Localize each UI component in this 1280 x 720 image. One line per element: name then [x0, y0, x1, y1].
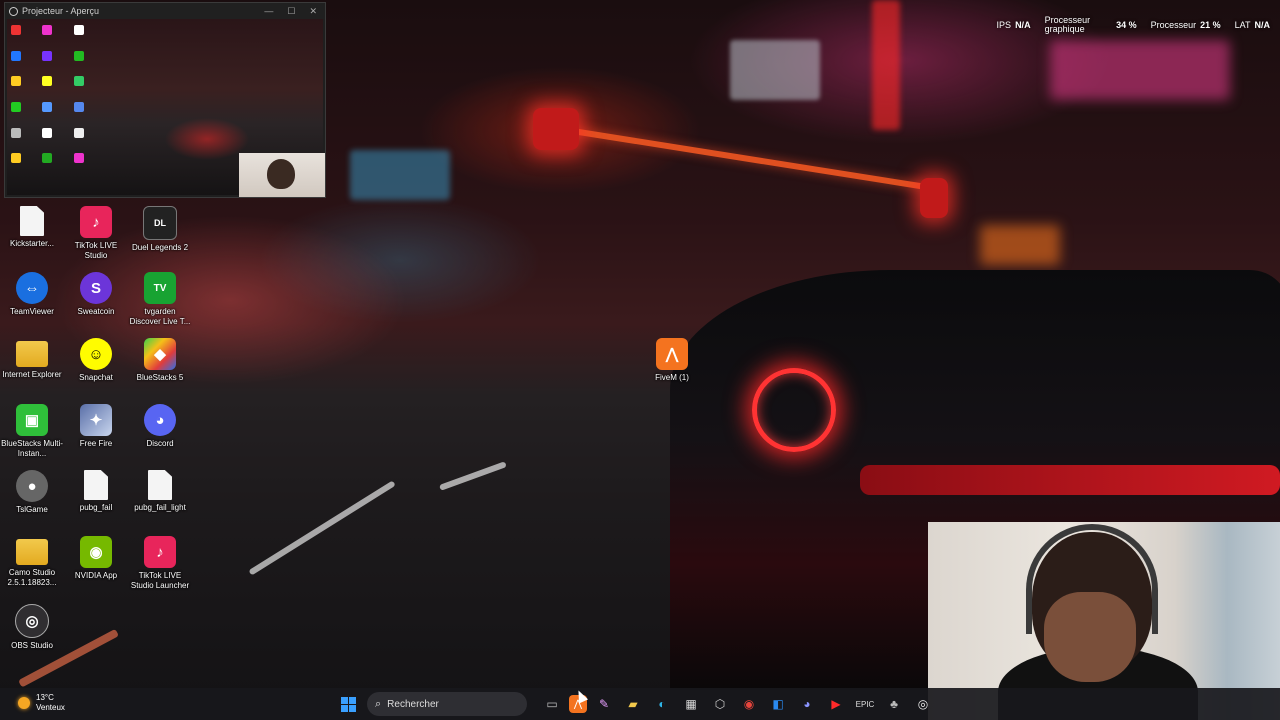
file-icon: [84, 470, 108, 500]
projector-titlebar[interactable]: Projecteur - Aperçu — ☐ ✕: [5, 3, 325, 19]
desktop-icon-tv-garden[interactable]: TV tvgarden Discover Live T...: [128, 272, 192, 327]
latency-stat: LAT N/A: [1234, 20, 1270, 30]
taskbar-icons: ⌕ Rechercher ▭ ⋀ ✎ ▰ ◐ ▦ ⬡ ◉ ◧ ◕ ▶ EPIC …: [336, 692, 935, 716]
desktop-icon-pubg-fail[interactable]: pubg_fail: [64, 470, 128, 513]
desktop-icon-discord[interactable]: ◕ Discord: [128, 404, 192, 449]
free-fire-icon: ✦: [80, 404, 112, 436]
desktop-icon-duel-legends[interactable]: DL Duel Legends 2: [128, 206, 192, 253]
gpu-stat: Processeur graphique 34 %: [1044, 15, 1137, 34]
desktop-icon-snapchat[interactable]: ☺ Snapchat: [64, 338, 128, 383]
bluestacks-multi-icon: ▣: [16, 404, 48, 436]
desktop-icon-nvidia-app[interactable]: ◉ NVIDIA App: [64, 536, 128, 581]
projector-preview: [7, 19, 325, 197]
taskbar: 13°C Venteux ⌕ Rechercher ▭ ⋀ ✎ ▰ ◐ ▦ ⬡ …: [0, 688, 1280, 720]
file-explorer-icon[interactable]: ▰: [621, 692, 645, 716]
desktop-icon-internet-explorer[interactable]: Internet Explorer: [0, 338, 64, 380]
app-icon[interactable]: ⬡: [708, 692, 732, 716]
search-box[interactable]: ⌕ Rechercher: [367, 692, 527, 716]
maximize-button[interactable]: ☐: [287, 6, 295, 17]
obs-icon: [9, 6, 18, 16]
traffic-light: [920, 178, 948, 218]
desktop-icon-fivem[interactable]: ⋀ FiveM (1): [640, 338, 704, 383]
nvidia-icon: ◉: [80, 536, 112, 568]
file-icon: [148, 470, 172, 500]
bluestacks-icon: ◆: [144, 338, 176, 370]
desktop-icon-sweatcoin[interactable]: S Sweatcoin: [64, 272, 128, 317]
edge-icon[interactable]: ◐: [650, 692, 674, 716]
folder-icon: [16, 539, 48, 565]
desktop-icon-obs-studio[interactable]: ◎ OBS Studio: [0, 604, 64, 651]
projector-window[interactable]: Projecteur - Aperçu — ☐ ✕: [4, 2, 326, 198]
desktop-icon-bluestacks5[interactable]: ◆ BlueStacks 5: [128, 338, 192, 383]
fps-stat: IPS N/A: [996, 20, 1031, 30]
helmet-icon: ●: [16, 470, 48, 502]
sweatcoin-icon: S: [80, 272, 112, 304]
search-icon: ⌕: [375, 697, 382, 710]
traffic-light: [533, 108, 579, 150]
snapchat-icon: ☺: [80, 338, 112, 370]
neon-sign-pink: [1050, 40, 1230, 100]
headphones: [1026, 524, 1158, 634]
windows-icon: [340, 696, 356, 712]
desktop-icon-pubg-fail-light[interactable]: pubg_fail_light: [128, 470, 192, 513]
obs-taskbar-icon[interactable]: ◎: [911, 692, 935, 716]
paint-icon[interactable]: ✎: [592, 692, 616, 716]
task-view-icon[interactable]: ▭: [540, 692, 564, 716]
desktop-icon-tiktok-live-studio[interactable]: ♪ TikTok LIVE Studio: [64, 206, 128, 261]
teamviewer-icon: ⇔: [16, 272, 48, 304]
neon-sign-blue: [350, 150, 450, 200]
close-button[interactable]: ✕: [309, 6, 317, 17]
tiktok-icon: ♪: [144, 536, 176, 568]
road-marking: [438, 461, 507, 491]
neon-sign-orange: [980, 225, 1060, 265]
discord-icon: ◕: [144, 404, 176, 436]
road-marking: [248, 480, 396, 576]
weather-widget[interactable]: 13°C Venteux: [18, 693, 65, 713]
weather-icon: [18, 697, 30, 709]
desktop-icon-camo-studio[interactable]: Camo Studio 2.5.1.18823...: [0, 536, 64, 588]
projector-title: Projecteur - Aperçu: [22, 6, 100, 16]
preview-webcam: [239, 153, 325, 197]
discord-taskbar-icon[interactable]: ◕: [795, 692, 819, 716]
youtube-icon[interactable]: ▶: [824, 692, 848, 716]
cpu-stat: Processeur 21 %: [1150, 20, 1221, 30]
tiktok-icon: ♪: [80, 206, 112, 238]
desktop-icon-bluestacks-multi[interactable]: ▣ BlueStacks Multi-Instan...: [0, 404, 64, 459]
chrome-icon[interactable]: ◉: [737, 692, 761, 716]
preview-desktop-icons: [11, 25, 101, 175]
app2-icon[interactable]: ♣: [882, 692, 906, 716]
fivem-icon: ⋀: [656, 338, 688, 370]
obs-icon: ◎: [15, 604, 49, 638]
desktop-icon-kickstarter[interactable]: Kickstarter...: [0, 206, 64, 249]
performance-overlay: IPS N/A Processeur graphique 34 % Proces…: [997, 12, 1280, 38]
folder-icon: [16, 341, 48, 367]
desktop-icon-free-fire[interactable]: ✦ Free Fire: [64, 404, 128, 449]
file-icon: [20, 206, 44, 236]
start-button[interactable]: [336, 692, 360, 716]
billboard: [730, 40, 820, 100]
epic-games-icon[interactable]: EPIC: [853, 692, 877, 716]
desktop-icon-tiktok-live-launcher[interactable]: ♪ TikTok LIVE Studio Launcher: [128, 536, 192, 591]
store-icon[interactable]: ▦: [679, 692, 703, 716]
minimize-button[interactable]: —: [264, 6, 273, 17]
desktop-icon-tslgame[interactable]: ● TslGame: [0, 470, 64, 515]
desktop-icon-teamviewer[interactable]: ⇔ TeamViewer: [0, 272, 64, 317]
neon-sign-red: [872, 0, 900, 130]
traffic-pole: [559, 126, 926, 190]
game-icon: DL: [143, 206, 177, 240]
car-taillight: [752, 368, 836, 452]
vscode-icon[interactable]: ◧: [766, 692, 790, 716]
tv-icon: TV: [144, 272, 176, 304]
car-stripe: [860, 465, 1280, 495]
